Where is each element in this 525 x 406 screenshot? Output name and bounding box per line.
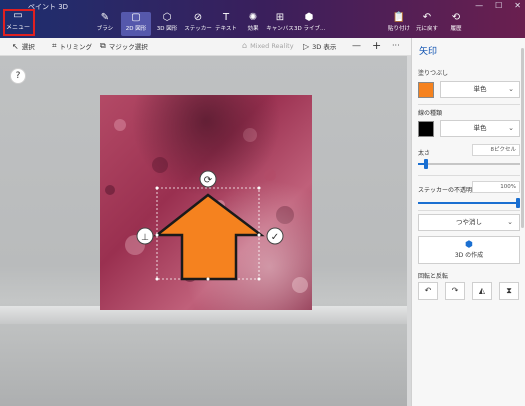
make-3d-button[interactable]: ⬢ 3D の作成: [418, 236, 520, 264]
opacity-label: ステッカーの不透明度: [418, 187, 479, 194]
rotate-flip-label: 回転と反転: [418, 273, 449, 280]
cube-icon: ⬢: [465, 240, 473, 250]
tool-effects[interactable]: ✺ 効果: [238, 12, 268, 36]
flip-horizontal-button[interactable]: ◭: [472, 282, 492, 300]
help-button[interactable]: ?: [10, 68, 26, 84]
tool-stickers[interactable]: ⊘ ステッカー: [183, 12, 213, 36]
rotate-left-button[interactable]: ↶: [418, 282, 438, 300]
divider: [418, 175, 520, 176]
tool-text[interactable]: T テキスト: [211, 12, 241, 36]
window-controls: — ☐ ✕: [475, 1, 521, 10]
tool-undo[interactable]: ↶ 元に戻す: [412, 12, 442, 36]
size-label: 太さ: [418, 150, 431, 157]
divider: [418, 104, 520, 105]
size-input[interactable]: 8ピクセル: [472, 144, 520, 156]
fill-color-swatch[interactable]: [418, 82, 434, 98]
tool-paste[interactable]: 📋 貼り付け: [384, 12, 414, 36]
opacity-slider-fill: [418, 202, 518, 204]
tool-canvas[interactable]: ⊞ キャンバス: [265, 12, 295, 36]
panel-scrollbar[interactable]: [521, 48, 524, 228]
chevron-down-icon: ⌄: [508, 124, 514, 132]
paint-3d-window: ペイント 3D — ☐ ✕ ▭ メニュー ✎ ブラシ ▢ 2D 図形 ⬡ 3D …: [0, 0, 525, 406]
size-slider[interactable]: [418, 159, 520, 169]
tool-2d-shapes[interactable]: ▢ 2D 図形: [121, 12, 151, 36]
rotate-icon: ⟳: [204, 175, 213, 186]
tool-3d-library[interactable]: ⬢ 3D ライブ...: [294, 12, 325, 36]
mixed-reality-icon: ⌂: [242, 41, 248, 50]
tool-3d-shapes[interactable]: ⬡ 3D 図形: [152, 12, 182, 36]
select-button[interactable]: ↖ 選択: [12, 41, 35, 52]
effects-icon: ✺: [248, 12, 258, 23]
chevron-down-icon: ⌄: [508, 85, 514, 93]
chevron-down-icon: ⌄: [507, 218, 513, 226]
flip-vertical-button[interactable]: ⧗: [499, 282, 519, 300]
mixed-reality-button[interactable]: ⌂ Mixed Reality: [242, 41, 294, 50]
undo-icon: ↶: [422, 12, 432, 23]
more-options-button[interactable]: ···: [392, 41, 400, 50]
brush-icon: ✎: [100, 12, 110, 23]
divider: [418, 210, 520, 211]
text-icon: T: [222, 12, 230, 23]
history-icon: ⟲: [451, 12, 461, 23]
size-slider-thumb[interactable]: [424, 159, 428, 169]
zoom-out-button[interactable]: —: [352, 41, 361, 51]
3d-view-icon: ▷: [303, 41, 310, 51]
3d-shapes-icon: ⬡: [162, 12, 172, 23]
fill-type-dropdown[interactable]: 単色 ⌄: [440, 81, 520, 98]
canvas-icon: ⊞: [275, 12, 285, 23]
sticker-icon: ⊘: [193, 12, 203, 23]
paste-icon: 📋: [392, 12, 406, 23]
magic-select-icon: ⧉: [100, 41, 106, 50]
tool-history[interactable]: ⟲ 履歴: [441, 12, 471, 36]
tool-brush[interactable]: ✎ ブラシ: [90, 12, 120, 36]
rotate-right-button[interactable]: ↷: [445, 282, 465, 300]
2d-shapes-icon: ▢: [131, 12, 141, 23]
finish-dropdown[interactable]: つや消し ⌄: [418, 214, 520, 231]
3d-view-button[interactable]: ▷ 3D 表示: [303, 41, 336, 52]
opacity-slider[interactable]: [418, 198, 520, 208]
crop-icon: ⌗: [52, 41, 57, 50]
line-color-swatch[interactable]: [418, 121, 434, 137]
panel-title: 矢印: [419, 47, 438, 57]
line-type-dropdown[interactable]: 単色 ⌄: [440, 120, 520, 137]
properties-panel: 矢印 塗りつぶし 単色 ⌄ 線の種類 単色 ⌄ 太さ 8ピクセル ステッカーの不…: [411, 38, 525, 406]
checkmark-icon: ✓: [271, 232, 279, 243]
minimize-button[interactable]: —: [475, 1, 483, 10]
crop-button[interactable]: ⌗ トリミング: [52, 41, 92, 51]
zoom-in-button[interactable]: +: [372, 39, 381, 52]
stamp-icon: ⊥: [141, 233, 149, 243]
line-label: 線の種類: [418, 110, 443, 117]
magic-select-button[interactable]: ⧉ マジック選択: [100, 41, 148, 51]
opacity-input[interactable]: 100%: [472, 181, 520, 193]
ribbon: ペイント 3D — ☐ ✕ ▭ メニュー ✎ ブラシ ▢ 2D 図形 ⬡ 3D …: [0, 0, 525, 38]
opacity-slider-thumb[interactable]: [516, 198, 520, 208]
canvas[interactable]: ⟳ ⊥ ✓: [100, 95, 312, 310]
fill-label: 塗りつぶし: [418, 70, 449, 77]
maximize-button[interactable]: ☐: [495, 1, 502, 10]
menu-highlight-box: [3, 9, 35, 36]
3d-library-icon: ⬢: [304, 12, 314, 23]
close-button[interactable]: ✕: [514, 1, 521, 10]
pointer-icon: ↖: [12, 41, 19, 51]
